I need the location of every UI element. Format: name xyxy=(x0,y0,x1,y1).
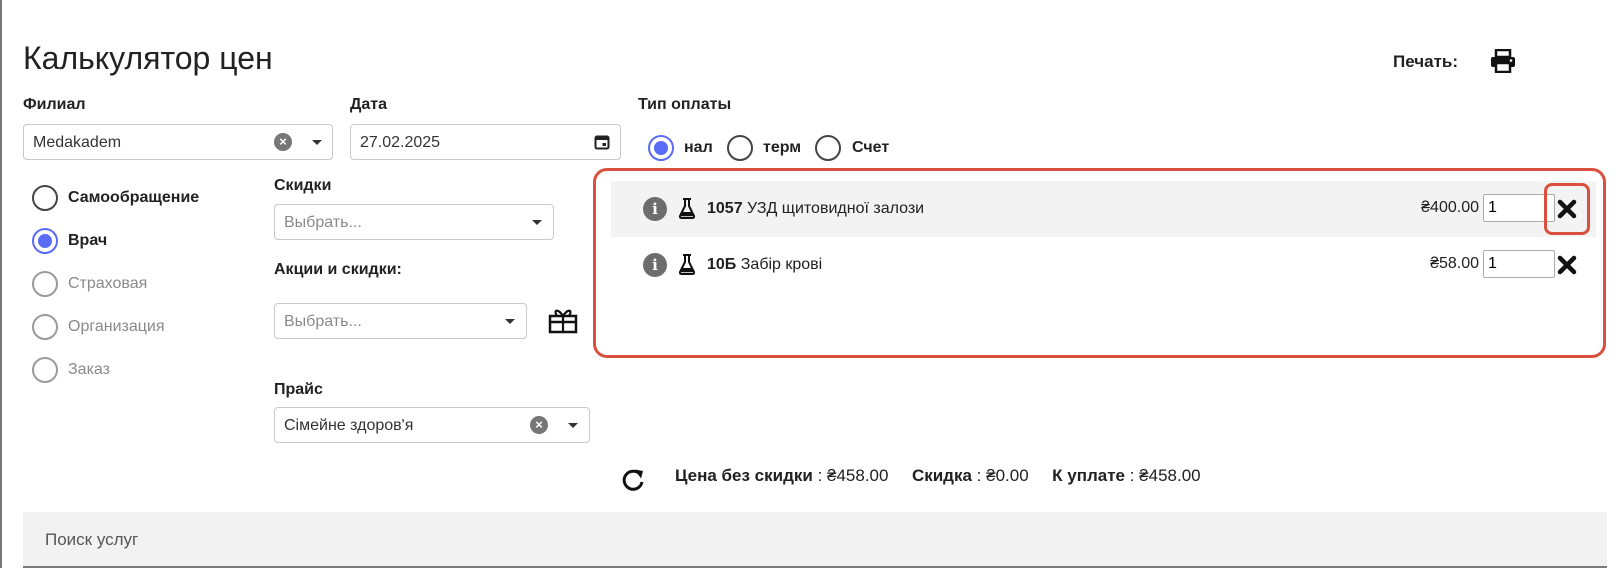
pricelist-label: Прайс xyxy=(274,381,323,398)
branch-label: Филиал xyxy=(23,96,86,113)
branch-value: Medakadem xyxy=(33,134,122,151)
clear-icon[interactable]: × xyxy=(274,133,292,151)
calendar-icon[interactable] xyxy=(594,134,610,150)
totals-summary: Цена без скидки : ₴458.00 Скидка : ₴0.00… xyxy=(675,466,1201,486)
cart-item-price: ₴58.00 xyxy=(1430,255,1479,272)
source-label-order: Заказ xyxy=(68,361,110,378)
cart-row: i 10Б Забір крові ₴58.00 xyxy=(611,237,1596,293)
service-search-placeholder: Поиск услуг xyxy=(45,530,139,549)
total-discount-label: Скидка xyxy=(911,466,972,485)
gift-icon[interactable] xyxy=(548,306,578,334)
source-radio-self[interactable] xyxy=(32,185,58,211)
printer-icon[interactable] xyxy=(1490,49,1516,73)
cart-item-code: 10Б xyxy=(707,256,737,273)
pricelist-select[interactable]: Сімейне здоров'я × xyxy=(274,407,590,443)
discounts-label: Скидки xyxy=(274,177,332,194)
cart-item-code: 1057 xyxy=(707,200,743,217)
discounts-select[interactable]: Выбрать... xyxy=(274,204,554,240)
promos-placeholder: Выбрать... xyxy=(284,313,362,330)
source-radio-organization xyxy=(32,314,58,340)
print-label: Печать: xyxy=(1393,52,1459,71)
info-icon[interactable]: i xyxy=(643,197,667,221)
date-input[interactable]: 27.02.2025 xyxy=(350,124,621,160)
source-label-organization: Организация xyxy=(68,318,165,335)
flask-icon xyxy=(678,198,696,219)
cart-item-title: 10Б Забір крові xyxy=(707,256,822,274)
payment-radio-invoice[interactable] xyxy=(815,135,841,161)
date-value: 27.02.2025 xyxy=(360,134,441,151)
service-search-input[interactable]: Поиск услуг xyxy=(23,512,1607,568)
payment-radio-terminal[interactable] xyxy=(727,135,753,161)
source-radio-insurance xyxy=(32,271,58,297)
payment-label-invoice: Счет xyxy=(852,139,890,156)
total-no-discount-value: : ₴458.00 xyxy=(817,466,889,485)
payment-label: Тип оплаты xyxy=(638,96,732,113)
clear-icon[interactable]: × xyxy=(530,416,548,434)
discounts-placeholder: Выбрать... xyxy=(284,214,362,231)
source-label-doctor: Врач xyxy=(68,232,108,249)
source-radio-doctor[interactable] xyxy=(32,228,58,254)
payment-label-terminal: терм xyxy=(763,139,802,156)
chevron-down-icon[interactable] xyxy=(312,140,322,145)
promos-select[interactable]: Выбрать... xyxy=(274,303,527,339)
info-icon[interactable]: i xyxy=(643,253,667,277)
branch-select[interactable]: Medakadem × xyxy=(23,124,333,160)
date-label: Дата xyxy=(350,96,388,113)
chevron-down-icon[interactable] xyxy=(505,319,515,324)
promos-label: Акции и скидки: xyxy=(274,261,402,278)
chevron-down-icon[interactable] xyxy=(532,220,542,225)
cart-item-price: ₴400.00 xyxy=(1421,199,1479,216)
close-icon[interactable] xyxy=(1557,255,1577,275)
payment-radio-cash[interactable] xyxy=(648,135,674,161)
cart-panel: i 1057 УЗД щитовидної залози ₴400.00 i 1… xyxy=(593,168,1606,358)
page-title: Калькулятор цен xyxy=(23,40,273,76)
total-to-pay-label: К уплате xyxy=(1052,466,1125,485)
remove-highlight xyxy=(1544,183,1590,235)
payment-label-cash: нал xyxy=(684,139,713,156)
cart-item-name: Забір крові xyxy=(740,256,823,273)
cart-row: i 1057 УЗД щитовидної залози ₴400.00 xyxy=(611,181,1596,237)
total-to-pay-value: : ₴458.00 xyxy=(1129,466,1201,485)
source-label-self: Самообращение xyxy=(68,189,200,206)
source-radio-order xyxy=(32,357,58,383)
quantity-input[interactable] xyxy=(1483,250,1555,278)
total-no-discount-label: Цена без скидки xyxy=(675,466,813,485)
flask-icon xyxy=(678,254,696,275)
refresh-icon[interactable] xyxy=(620,467,646,493)
pricelist-value: Сімейне здоров'я xyxy=(284,417,414,434)
window-edge xyxy=(0,0,2,568)
cart-item-title: 1057 УЗД щитовидної залози xyxy=(707,200,924,218)
source-label-insurance: Страховая xyxy=(68,275,148,292)
cart-item-name: УЗД щитовидної залози xyxy=(747,200,925,217)
chevron-down-icon[interactable] xyxy=(568,423,578,428)
total-discount-value: : ₴0.00 xyxy=(976,466,1029,485)
